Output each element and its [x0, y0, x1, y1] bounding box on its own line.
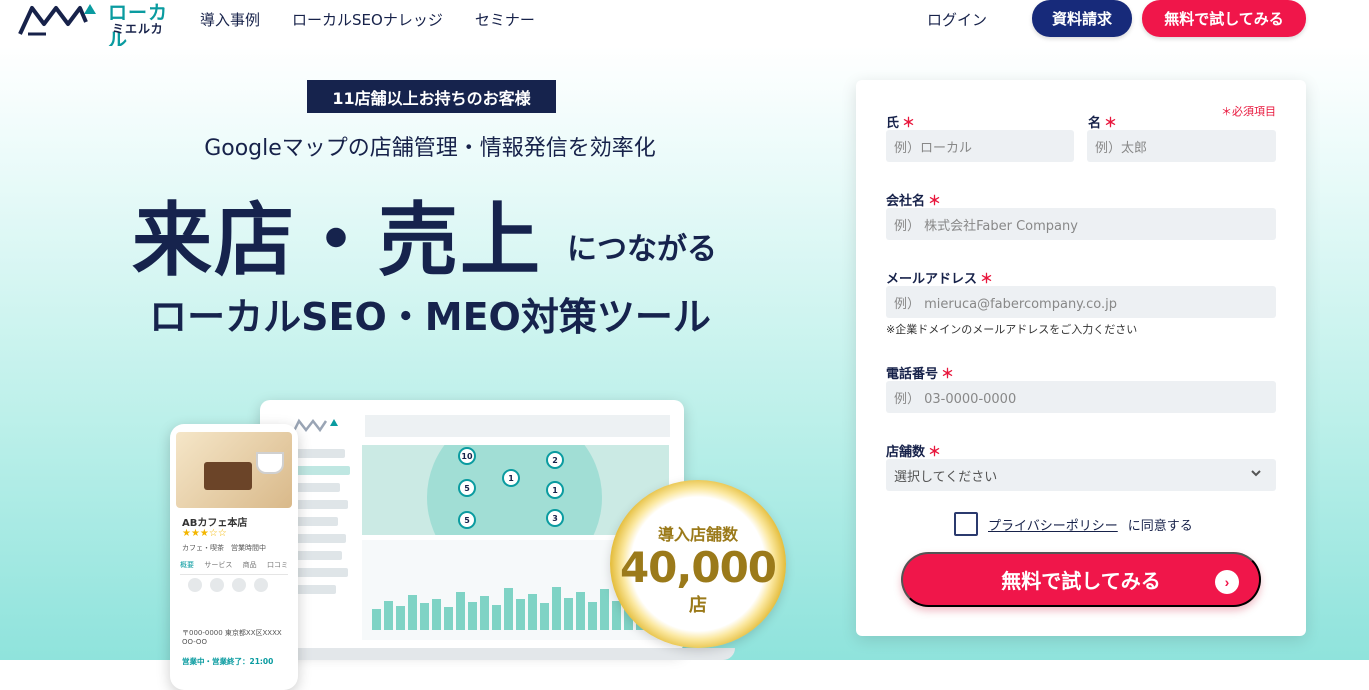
last-name-label: 氏＊: [886, 116, 916, 131]
email-label: メールアドレス＊: [886, 272, 994, 287]
chevron-right-icon: ›: [1215, 570, 1239, 594]
shop-tab-overview: 概要: [180, 561, 194, 569]
hero-tagline: ローカルSEO・MEO対策ツール: [149, 295, 711, 339]
nav-seminars[interactable]: セミナー: [475, 9, 535, 30]
hero-subheadline: Googleマップの店舗管理・情報発信を効率化: [204, 136, 656, 161]
map-pin-icon: 5: [458, 511, 476, 529]
shop-address: 〒000-0000 東京都XX区XXXX OO-OO: [182, 629, 282, 646]
shop-action-icons: [188, 578, 268, 592]
medal-label: 導入店舗数: [657, 525, 738, 544]
privacy-agreement: プライバシーポリシー に同意する: [954, 512, 1193, 536]
map-pin-icon: 1: [546, 481, 564, 499]
chevron-down-icon: [1251, 470, 1261, 477]
logo-mark-icon: [18, 4, 96, 36]
hero-headline-suffix: につながる: [567, 232, 717, 267]
site-header: ローカル ミエルカ 導入事例 ローカルSEOナレッジ セミナー ログイン 資料請…: [0, 0, 1369, 51]
shop-tab-products: 商品: [242, 561, 257, 569]
cake-icon: [204, 462, 252, 490]
mockup-sidebar: [290, 415, 355, 645]
shop-hours: 営業中・営業終了：21:00: [182, 657, 274, 666]
hero-headline: 来店・売上: [132, 194, 542, 287]
company-input[interactable]: 例） 株式会社Faber Company: [886, 208, 1276, 240]
privacy-policy-link[interactable]: プライバシーポリシー: [988, 515, 1118, 534]
shop-tab-services: サービス: [204, 561, 233, 569]
stores-selected-value: 選択してください: [894, 469, 998, 485]
shop-category: カフェ・喫茶 営業時間中: [182, 544, 266, 552]
required-note: ＊必須項目: [1221, 105, 1276, 118]
map-pin-icon: 1: [502, 469, 520, 487]
map-pin-icon: 5: [458, 479, 476, 497]
map-pin-icon: 3: [546, 509, 564, 527]
store-count-medal: 導入店舗数 40,000 店: [610, 480, 786, 648]
mockup-topbar: [365, 415, 670, 437]
phone-mockup: ABカフェ本店 ★★★☆☆ カフェ・喫茶 営業時間中 概要 サービス 商品 口コ…: [170, 424, 298, 690]
medal-number: 40,000: [619, 543, 777, 592]
map-pin-icon: 2: [546, 451, 564, 469]
request-documents-button[interactable]: 資料請求: [1032, 0, 1132, 37]
star-rating: ★★★☆☆: [182, 528, 227, 539]
nav-case-studies[interactable]: 導入事例: [200, 9, 260, 30]
map-pin-icon: 10: [458, 447, 476, 465]
privacy-agree-text: に同意する: [1127, 518, 1193, 534]
shop-name: ABカフェ本店: [182, 518, 248, 529]
cup-icon: [256, 452, 284, 474]
stores-label: 店舗数＊: [886, 445, 942, 460]
email-hint: ※企業ドメインのメールアドレスをご入力ください: [886, 323, 1138, 336]
logo-text-sub: ミエルカ: [112, 22, 164, 36]
submit-free-trial-button[interactable]: 無料で試してみる ›: [901, 552, 1261, 607]
phone-input[interactable]: 例） 03-0000-0000: [886, 381, 1276, 413]
stores-select[interactable]: 選択してください: [886, 459, 1276, 491]
medal-unit: 店: [689, 595, 707, 616]
shop-tabs: 概要 サービス 商品 口コミ: [180, 560, 288, 575]
login-link[interactable]: ログイン: [927, 9, 987, 30]
free-trial-header-button[interactable]: 無料で試してみる: [1142, 0, 1306, 37]
last-name-input[interactable]: 例）ローカル: [886, 130, 1074, 162]
logo[interactable]: ローカル ミエルカ: [18, 0, 168, 51]
submit-label: 無料で試してみる: [1001, 571, 1161, 593]
shop-tab-reviews: 口コミ: [266, 561, 288, 569]
target-badge: 11店舗以上お持ちのお客様: [307, 80, 556, 113]
main-nav: 導入事例 ローカルSEOナレッジ セミナー: [200, 9, 535, 30]
first-name-label: 名＊: [1088, 116, 1118, 131]
signup-form: ＊必須項目 氏＊ 例）ローカル 名＊ 例）太郎 会社名＊ 例） 株式会社Fabe…: [856, 80, 1306, 636]
first-name-input[interactable]: 例）太郎: [1087, 130, 1276, 162]
email-input[interactable]: 例） mieruca@fabercompany.co.jp: [886, 286, 1276, 318]
phone-label: 電話番号＊: [886, 367, 955, 382]
privacy-checkbox[interactable]: [954, 512, 978, 536]
shop-photo: [176, 432, 292, 508]
company-label: 会社名＊: [886, 194, 942, 209]
nav-local-seo-knowledge[interactable]: ローカルSEOナレッジ: [292, 9, 443, 30]
